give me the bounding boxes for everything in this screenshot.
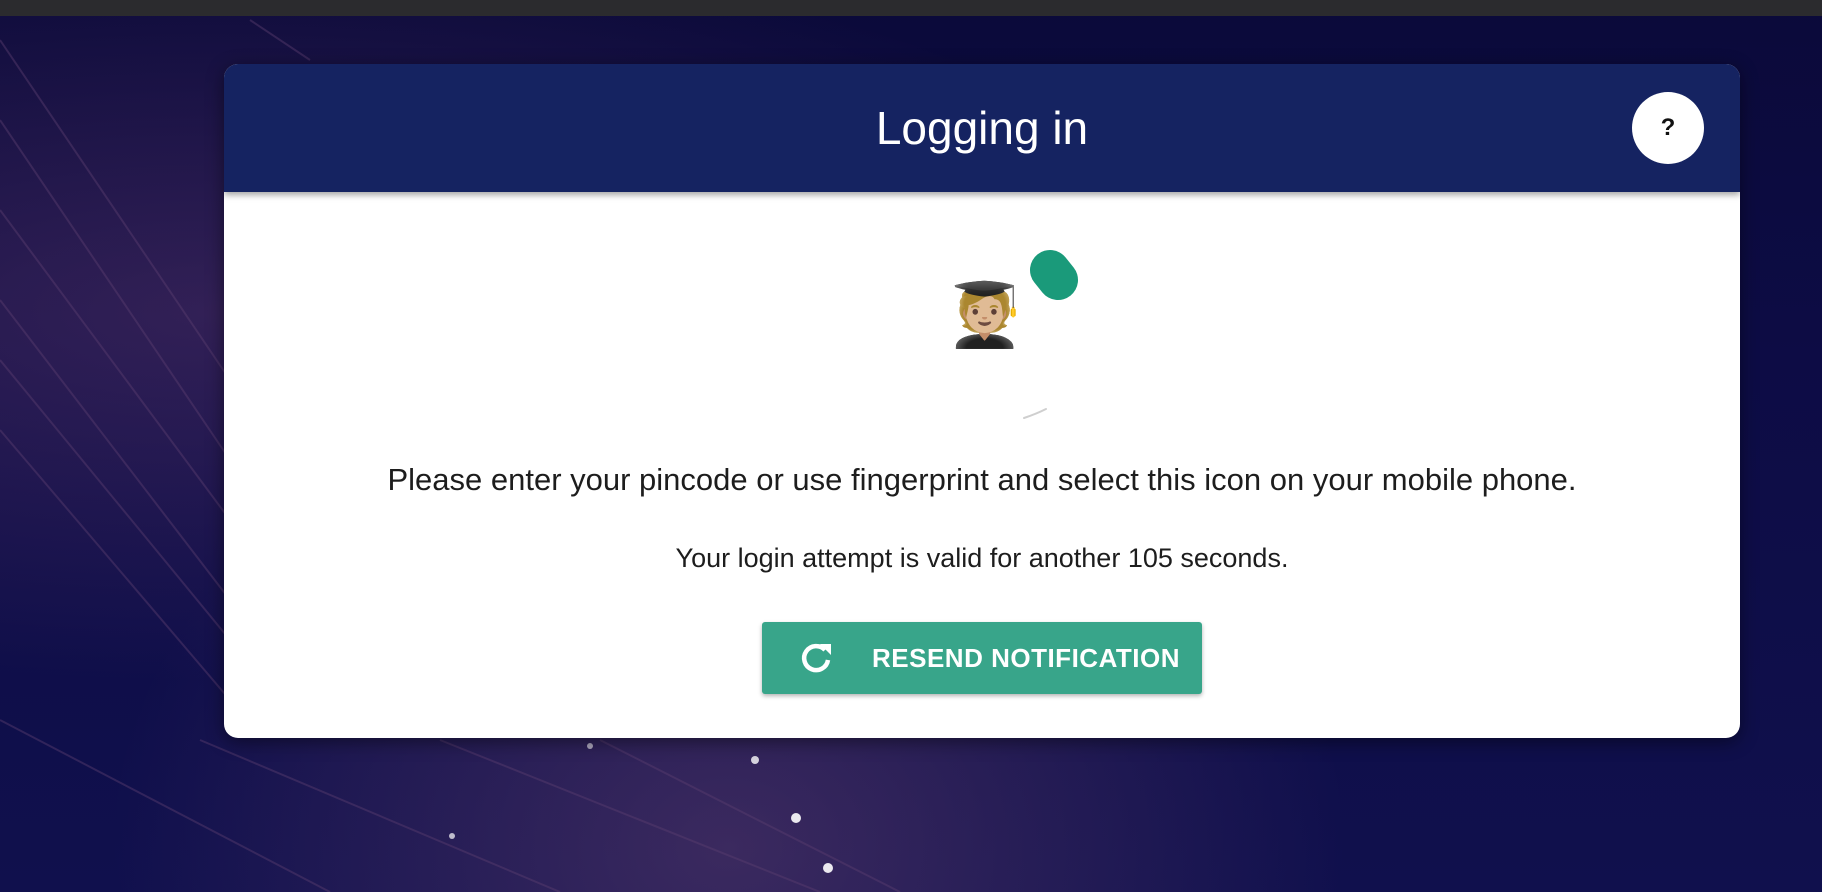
student-emoji-icon[interactable]: 🧑🏼‍🎓 — [946, 276, 1023, 356]
instructions-text: Please enter your pincode or use fingerp… — [387, 462, 1577, 497]
countdown-seconds: 105 — [1127, 543, 1173, 573]
validity-text: Your login attempt is valid for another … — [224, 543, 1740, 574]
page: Logging in ? 🧑🏼‍🎓 Please enter your pinc… — [0, 0, 1822, 892]
resend-button-label: RESEND NOTIFICATION — [872, 643, 1181, 673]
validity-suffix: seconds. — [1172, 543, 1289, 573]
login-card: Logging in ? 🧑🏼‍🎓 Please enter your pinc… — [224, 64, 1740, 738]
validity-prefix: Your login attempt is valid for another — [675, 543, 1128, 573]
refresh-icon — [801, 643, 831, 673]
resend-notification-button[interactable]: RESEND NOTIFICATION — [762, 622, 1202, 694]
